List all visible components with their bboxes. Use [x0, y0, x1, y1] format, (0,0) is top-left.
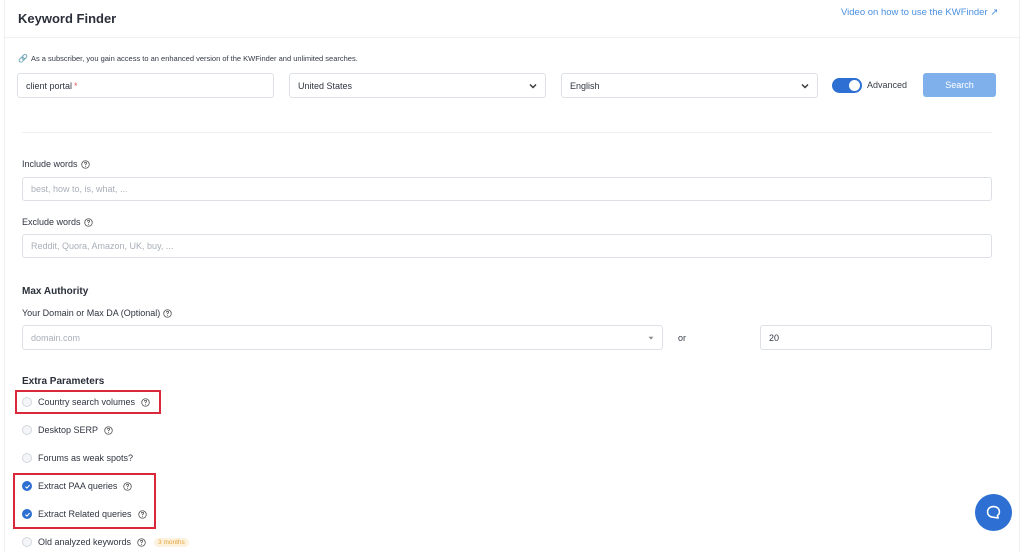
help-icon[interactable] — [80, 159, 90, 169]
language-select[interactable]: English — [561, 73, 818, 98]
page-title: Keyword Finder — [18, 11, 117, 26]
header: Keyword Finder Video on how to use the K… — [5, 0, 1019, 38]
checkbox[interactable] — [22, 425, 32, 435]
include-words-label: Include words — [22, 159, 90, 169]
max-da-label: Your Domain or Max DA (Optional) — [22, 308, 172, 318]
help-icon[interactable] — [104, 425, 113, 435]
include-words-input[interactable] — [22, 177, 992, 201]
language-value: English — [570, 80, 600, 91]
keyword-value: client portal — [26, 80, 73, 91]
exclude-words-input[interactable] — [22, 234, 992, 258]
search-button[interactable]: Search — [923, 73, 996, 97]
checkbox[interactable] — [22, 453, 32, 463]
link-icon: 🔗 — [18, 54, 28, 63]
highlight-box-extract-queries — [13, 473, 156, 529]
exclude-words-text[interactable] — [31, 235, 991, 257]
option-old-analyzed-keywords[interactable]: Old analyzed keywords 3 months — [22, 537, 189, 547]
subscriber-notice: 🔗 As a subscriber, you gain access to an… — [18, 54, 358, 63]
domain-select[interactable] — [22, 325, 663, 350]
include-words-text[interactable] — [31, 178, 991, 200]
checkbox[interactable] — [22, 537, 32, 547]
highlight-box-country-volumes — [15, 390, 161, 414]
required-marker: * — [74, 80, 78, 91]
chat-bubble-icon — [986, 505, 1001, 519]
country-value: United States — [298, 80, 353, 91]
country-select[interactable]: United States — [289, 73, 546, 98]
chevron-down-icon — [529, 84, 537, 89]
keyword-field[interactable]: client portal * — [17, 73, 274, 98]
advanced-toggle[interactable] — [832, 78, 862, 93]
caret-down-icon — [648, 336, 654, 340]
divider — [22, 132, 992, 133]
option-forums-weak-spots[interactable]: Forums as weak spots? — [22, 453, 133, 463]
max-da-input[interactable]: 20 — [760, 325, 992, 350]
toggle-knob — [849, 80, 860, 91]
video-tutorial-link[interactable]: Video on how to use the KWFinder ↗ — [841, 6, 1011, 19]
help-icon[interactable] — [163, 308, 172, 318]
domain-input[interactable] — [31, 326, 662, 349]
age-badge: 3 months — [154, 537, 189, 547]
option-desktop-serp[interactable]: Desktop SERP — [22, 425, 113, 435]
chat-support-button[interactable] — [975, 494, 1012, 531]
chevron-down-icon — [801, 84, 809, 89]
max-da-value: 20 — [769, 332, 780, 343]
keyword-finder-card: Keyword Finder Video on how to use the K… — [4, 0, 1020, 552]
help-icon[interactable] — [137, 537, 146, 547]
advanced-label: Advanced — [867, 80, 908, 90]
max-authority-title: Max Authority — [22, 286, 89, 297]
extra-parameters-title: Extra Parameters — [22, 376, 105, 387]
subscriber-notice-text: As a subscriber, you gain access to an e… — [30, 54, 358, 63]
exclude-words-label: Exclude words — [22, 217, 93, 227]
help-icon[interactable] — [83, 217, 93, 227]
or-separator: or — [678, 333, 687, 343]
